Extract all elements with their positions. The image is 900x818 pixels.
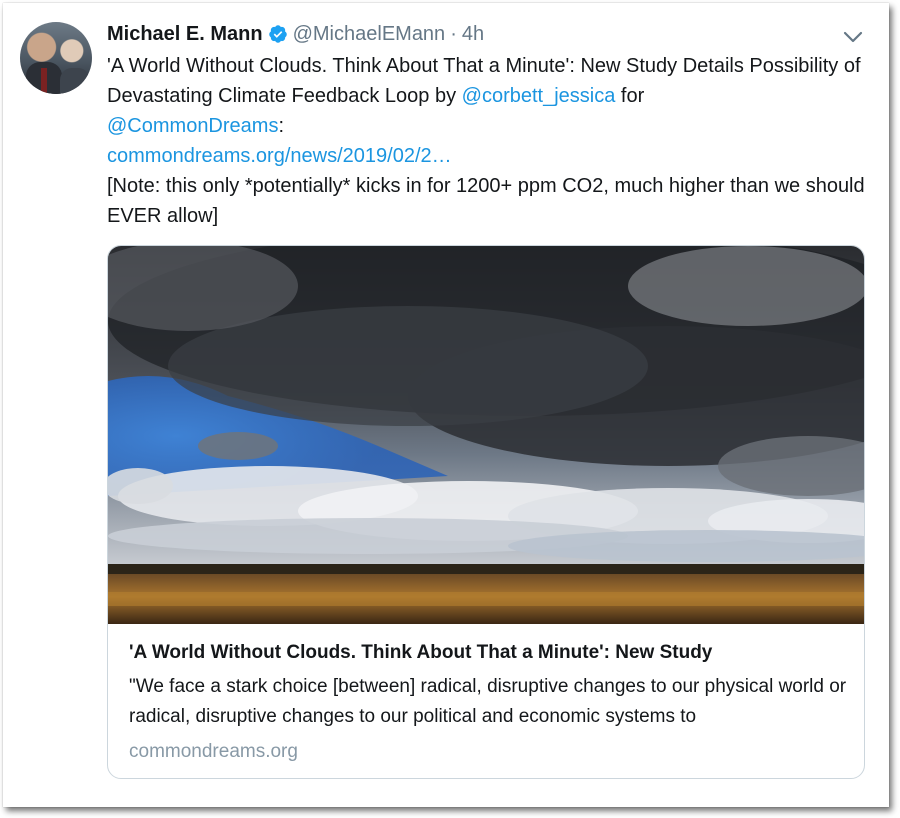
tweet-text-part2: for xyxy=(615,85,645,107)
tweet-url-link[interactable]: commondreams.org/news/2019/02/2… xyxy=(107,145,452,167)
mention-commondreams[interactable]: @CommonDreams xyxy=(107,115,278,137)
mention-corbett-jessica[interactable]: @corbett_jessica xyxy=(462,85,616,107)
link-preview-card[interactable]: 'A World Without Clouds. Think About Tha… xyxy=(107,245,865,779)
card-description: "We face a stark choice [between] radica… xyxy=(129,676,847,727)
tweet-timestamp[interactable]: 4h xyxy=(462,23,484,46)
card-image[interactable] xyxy=(108,246,864,624)
header-separator: · xyxy=(450,22,457,45)
author-display-name[interactable]: Michael E. Mann xyxy=(107,23,263,46)
verified-badge-icon xyxy=(268,24,288,44)
card-body: 'A World Without Clouds. Think About Tha… xyxy=(129,641,849,764)
chevron-down-icon[interactable] xyxy=(842,28,864,46)
card-domain: commondreams.org xyxy=(129,741,298,762)
tweet-text-part3: : xyxy=(278,115,285,137)
avatar-figure-2 xyxy=(60,68,90,94)
card-title[interactable]: 'A World Without Clouds. Think About Tha… xyxy=(129,641,849,665)
avatar-tie xyxy=(41,68,47,94)
tweet-note: [Note: this only *potentially* kicks in … xyxy=(107,175,865,227)
avatar[interactable] xyxy=(20,22,92,94)
tweet-text: 'A World Without Clouds. Think About Tha… xyxy=(107,51,877,231)
author-handle[interactable]: @MichaelEMann xyxy=(293,23,446,46)
tweet-header: Michael E. Mann @MichaelEMann · 4h xyxy=(107,21,484,47)
